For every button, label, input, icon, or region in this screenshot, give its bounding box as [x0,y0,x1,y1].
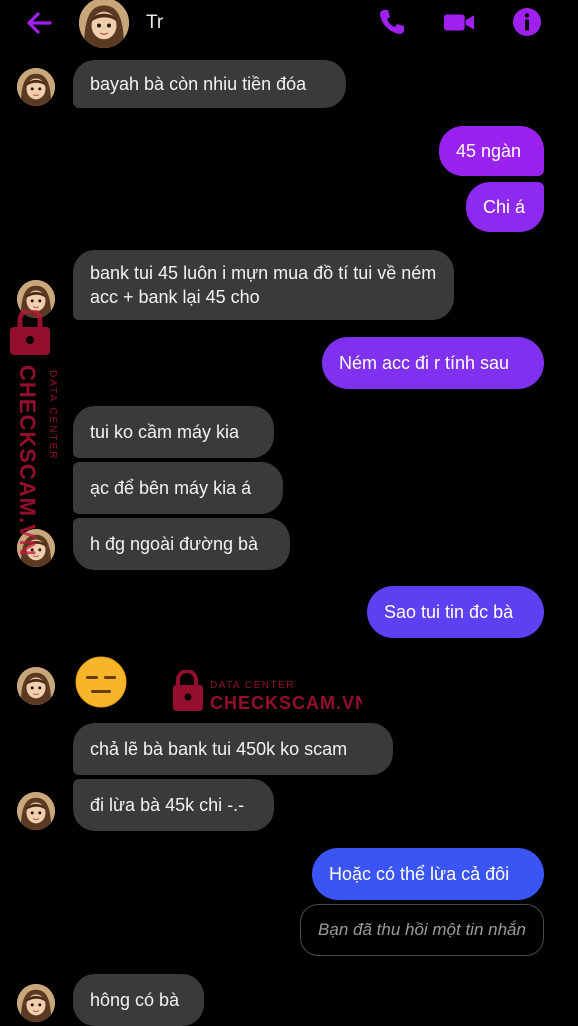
contact-name[interactable]: Tr [146,12,163,34]
message-bubble-incoming[interactable]: bayah bà còn nhiu tiền đóa [73,60,346,108]
watermark-text-large: CHECKSCAM.VN [15,365,40,557]
avatar [17,984,55,1022]
message-bubble-incoming[interactable]: h đg ngoài đường bà [73,518,290,570]
video-icon[interactable] [443,6,475,38]
chat-header: Tr [0,0,578,48]
phone-icon[interactable] [376,6,408,38]
watermark-logo-horizontal: DATA CENTER CHECKSCAM.VN [173,670,362,713]
avatar [17,792,55,830]
watermark-logo-vertical: DATA CENTER CHECKSCAM.VN [10,310,58,557]
message-bubble-incoming[interactable]: chả lẽ bà bank tui 450k ko scam [73,723,393,775]
recalled-message: Bạn đã thu hồi một tin nhắn [300,904,544,956]
expressionless-face-emoji[interactable] [74,655,128,709]
watermark-text-large: CHECKSCAM.VN [210,693,362,713]
avatar [17,667,55,705]
message-bubble-outgoing[interactable]: 45 ngàn [439,126,544,176]
contact-avatar[interactable] [79,0,129,48]
info-icon[interactable] [511,6,543,38]
message-bubble-outgoing[interactable]: Hoặc có thể lừa cả đôi [312,848,544,900]
message-bubble-outgoing[interactable]: Ném acc đi r tính sau [322,337,544,389]
message-bubble-incoming[interactable]: bank tui 45 luôn i mựn mua đồ tí tui về … [73,250,454,320]
avatar [17,68,55,106]
watermark-text-small: DATA CENTER [210,680,295,691]
message-bubble-incoming[interactable]: ạc để bên máy kia á [73,462,283,514]
watermark-text-small: DATA CENTER [47,370,58,461]
message-bubble-incoming[interactable]: đi lừa bà 45k chi -.- [73,779,274,831]
message-bubble-outgoing[interactable]: Chi á [466,182,544,232]
message-bubble-incoming[interactable]: hông có bà [73,974,204,1026]
message-bubble-incoming[interactable]: tui ko cầm máy kia [73,406,274,458]
message-bubble-outgoing[interactable]: Sao tui tin đc bà [367,586,544,638]
arrow-left-icon[interactable] [22,8,56,38]
